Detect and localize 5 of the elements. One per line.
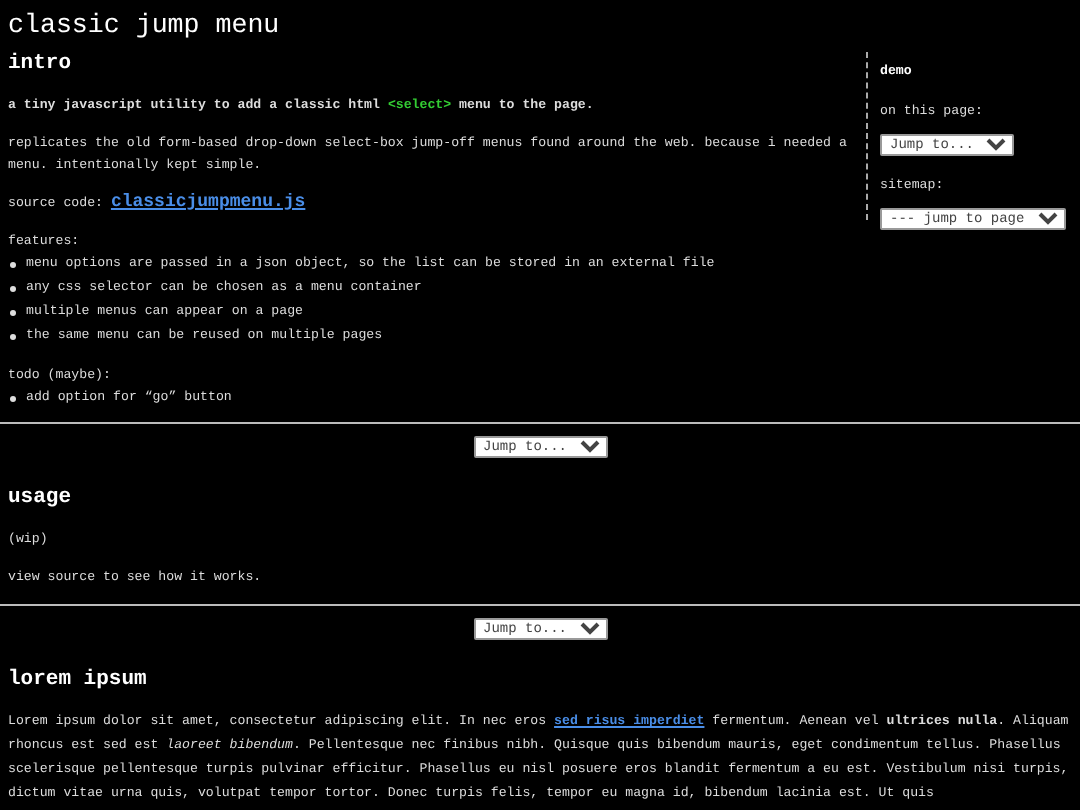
section-heading: usage — [8, 486, 74, 512]
page-title: classic jump menu — [8, 8, 282, 44]
source-link[interactable]: classicjumpmenu.js — [110, 192, 306, 212]
section-heading: lorem ipsum — [8, 668, 149, 694]
section-heading: intro — [8, 52, 74, 78]
